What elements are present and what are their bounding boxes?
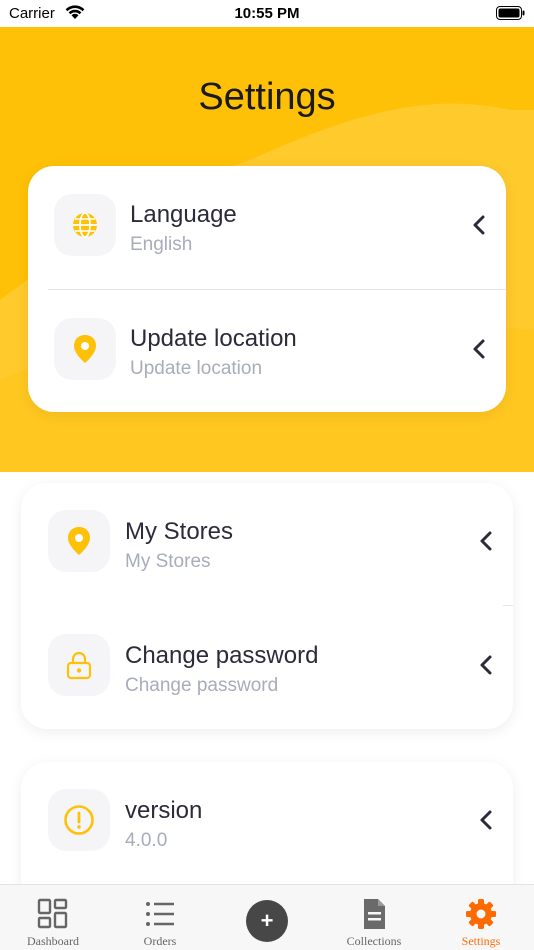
tab-label: Orders [143,934,177,948]
row-title: Update location [130,325,297,352]
tab-orders[interactable]: Orders [107,885,213,950]
row-title: version [125,797,203,824]
chevron-left-icon [480,810,492,830]
settings-row-version[interactable]: version 4.0.0 [21,762,513,885]
chevron-left-icon [473,215,485,235]
tab-dashboard[interactable]: Dashboard [0,885,106,950]
tab-collections[interactable]: Collections [321,885,427,950]
settings-row-update-location[interactable]: Update location Update location [28,290,506,413]
chevron-left-icon [480,531,492,551]
settings-row-change-password[interactable]: Change password Change password [21,607,513,730]
document-icon [364,899,385,929]
row-title: Language [130,201,237,228]
row-subtitle: My Stores [125,551,211,572]
plus-icon: + [260,908,274,933]
list-icon [146,902,174,926]
settings-row-language[interactable]: Language English [28,166,506,289]
settings-row-my-stores[interactable]: My Stores My Stores [21,483,513,606]
tab-settings[interactable]: Settings [428,885,534,950]
settings-card-account: My Stores My Stores Change password Chan… [21,483,513,729]
row-title: Change password [125,642,319,669]
location-pin-icon [54,318,116,380]
globe-icon [54,194,116,256]
tab-label: Dashboard [27,934,79,948]
tab-label: Settings [461,934,501,948]
battery-icon [496,6,525,20]
chevron-left-icon [473,339,485,359]
row-subtitle: English [130,234,193,255]
row-subtitle: Change password [125,675,279,696]
info-circle-icon [48,789,110,851]
settings-card-general: Language English Update location Update … [28,166,506,412]
tab-bar: Dashboard Orders + Collections Settings [0,884,534,950]
chevron-left-icon [480,655,492,675]
row-title: My Stores [125,518,234,545]
row-divider [503,605,513,606]
row-subtitle: 4.0.0 [125,830,168,851]
dashboard-icon [37,898,68,929]
tab-label: Collections [346,934,402,948]
clock: 10:55 PM [234,5,300,22]
status-bar: Carrier 10:55 PM [0,0,534,27]
add-button[interactable]: + [246,900,288,942]
gear-icon [466,899,496,929]
location-pin-icon [48,510,110,572]
page-title: Settings [198,76,336,118]
row-subtitle: Update location [130,358,263,379]
lock-icon [48,634,110,696]
